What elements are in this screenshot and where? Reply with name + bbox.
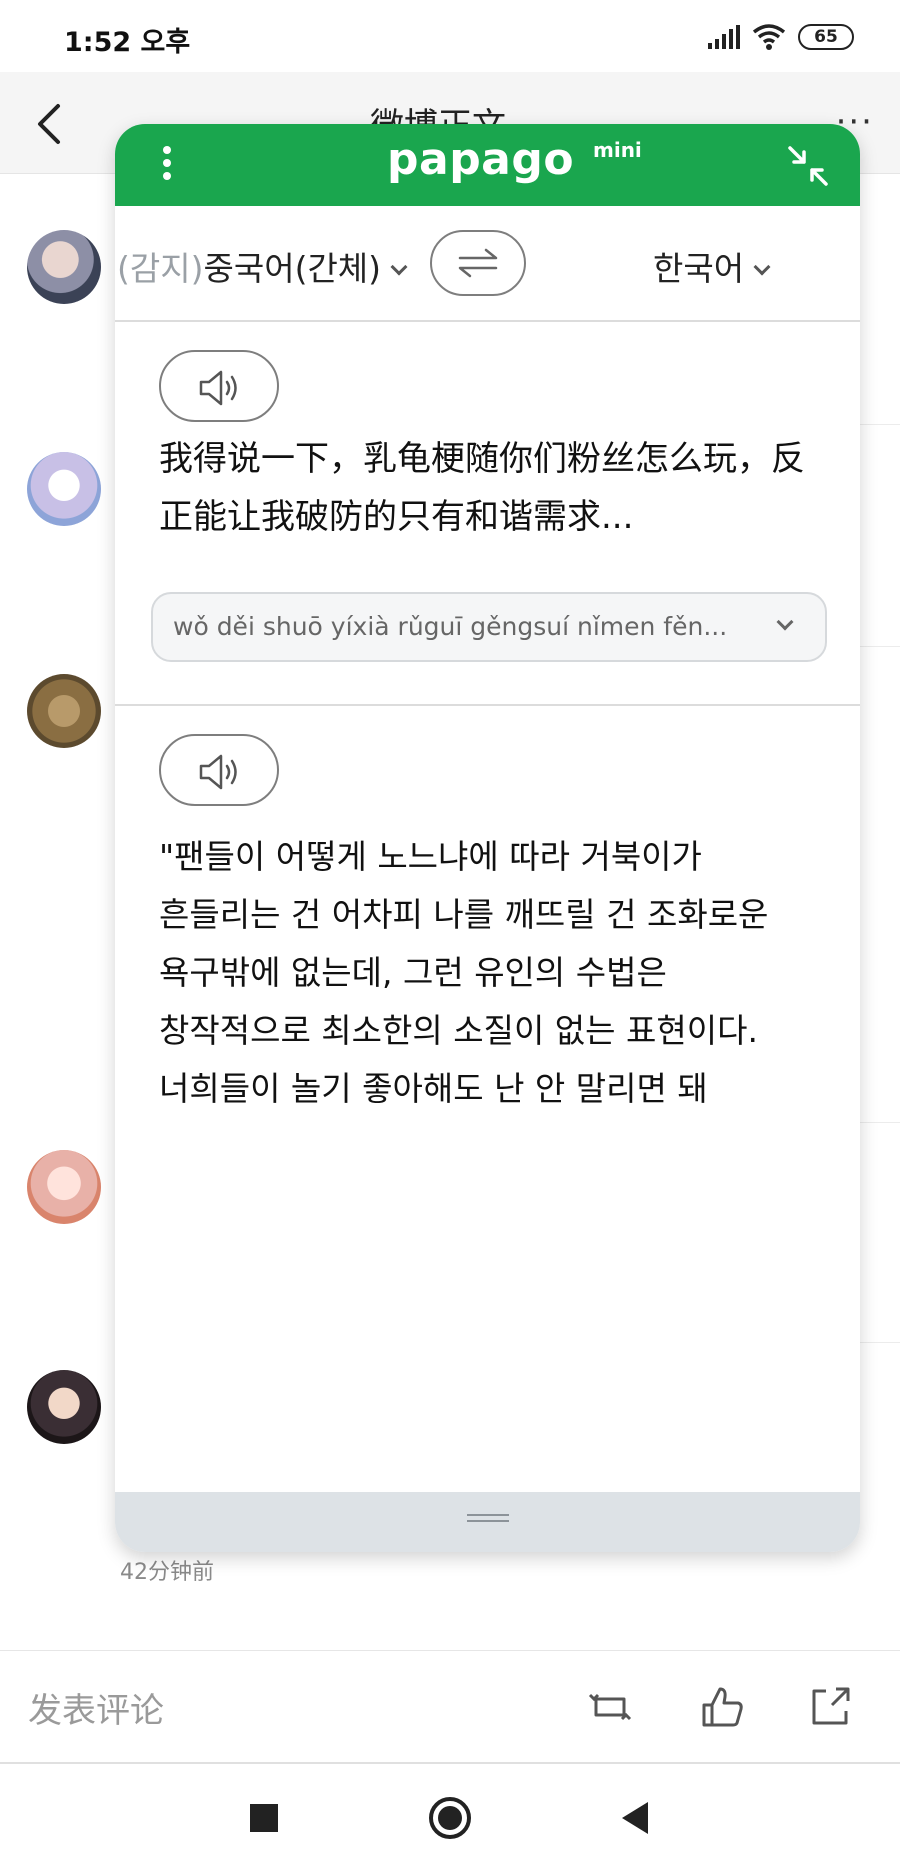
speaker-icon [199, 754, 237, 790]
avatar[interactable] [27, 1150, 101, 1224]
comment-timestamp: 42分钟前 [120, 1560, 214, 1585]
avatar[interactable] [27, 674, 101, 748]
status-time: 1:52 오후 [64, 27, 191, 58]
chevron-down-icon [776, 613, 794, 631]
like-icon[interactable] [698, 1683, 746, 1731]
chevron-down-icon [753, 258, 771, 276]
resize-handle-bar[interactable] [115, 1492, 860, 1552]
nav-bar [0, 1764, 900, 1872]
home-icon[interactable] [428, 1796, 472, 1840]
translation-speak-button[interactable] [159, 734, 279, 806]
battery-icon: 65 [798, 24, 854, 50]
pinyin-text: wǒ děi shuō yíxià rǔguī gěngsuí nǐmen fě… [173, 612, 728, 641]
source-language-label: 중국어(간체) [203, 249, 382, 288]
avatar[interactable] [27, 230, 101, 304]
source-language-select[interactable]: (감지)중국어(간체) [117, 242, 408, 290]
row-divider [860, 1342, 900, 1343]
back-icon[interactable] [614, 1796, 658, 1840]
row-divider [860, 646, 900, 647]
wifi-icon [752, 24, 786, 50]
papago-logo-suffix: mini [593, 138, 642, 162]
target-language-select[interactable]: 한국어 [653, 242, 771, 290]
papago-logo: papago [387, 134, 575, 185]
translation-text[interactable]: "팬들이 어떻게 노느냐에 따라 거북이가 흔들리는 건 어차피 나를 깨뜨릴 … [159, 828, 819, 1118]
status-bar: 1:52 오후 65 [0, 0, 900, 72]
avatar[interactable] [27, 1370, 101, 1444]
papago-mini-window: papago mini (감지)중국어(간체) 한국어 我得说一下，乳龟梗随你们… [115, 124, 860, 1552]
pinyin-dropdown[interactable]: wǒ děi shuō yíxià rǔguī gěngsuí nǐmen fě… [151, 592, 827, 662]
comment-input[interactable]: 发表评论 [28, 1683, 164, 1732]
recents-icon[interactable] [242, 1796, 286, 1840]
status-icons: 65 [706, 22, 854, 52]
drag-handle-icon[interactable] [467, 1514, 509, 1526]
back-arrow-icon[interactable] [30, 100, 70, 148]
translation-section: "팬들이 어떻게 노느냐에 따라 거북이가 흔들리는 건 어차피 나를 깨뜨릴 … [115, 706, 860, 1492]
comment-bar: 发表评论 [0, 1650, 900, 1764]
source-text[interactable]: 我得说一下，乳龟梗随你们粉丝怎么玩，反正能让我破防的只有和谐需求... [159, 430, 819, 546]
kebab-menu-icon[interactable] [161, 146, 173, 186]
chevron-down-icon [390, 258, 408, 276]
swap-arrows-icon [458, 248, 498, 278]
avatar[interactable] [27, 452, 101, 526]
papago-header[interactable]: papago mini [115, 124, 860, 206]
source-speak-button[interactable] [159, 350, 279, 422]
speaker-icon [199, 370, 237, 406]
share-icon[interactable] [806, 1683, 854, 1731]
detect-label: (감지) [117, 249, 204, 288]
source-section: 我得说一下，乳龟梗随你们粉丝怎么玩，反正能让我破防的只有和谐需求... wǒ d… [115, 322, 860, 706]
row-divider [860, 1122, 900, 1123]
collapse-icon[interactable] [786, 144, 830, 188]
signal-icon [708, 25, 740, 49]
swap-languages-button[interactable] [430, 230, 526, 296]
language-bar: (감지)중국어(간체) 한국어 [115, 206, 860, 322]
repost-icon[interactable] [586, 1683, 634, 1731]
row-divider [860, 424, 900, 425]
target-language-label: 한국어 [653, 249, 745, 288]
